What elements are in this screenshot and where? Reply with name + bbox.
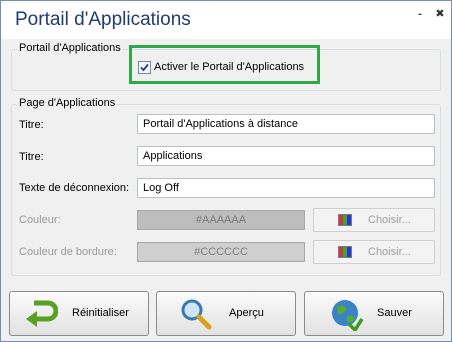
choose-border-color-label: Choisir... [368, 246, 411, 258]
enable-portal-label[interactable]: Activer le Portail d'Applications [154, 61, 304, 73]
globe-save-icon [332, 300, 363, 331]
border-color-input[interactable]: #CCCCCC [137, 242, 305, 262]
title-label-1: Titre: [19, 119, 44, 131]
title-label-2: Titre: [19, 151, 44, 163]
title-input-2[interactable]: Applications [137, 146, 435, 166]
choose-border-color-button[interactable]: Choisir... [313, 240, 435, 264]
logoff-text-input[interactable]: Log Off [137, 178, 435, 198]
save-label: Sauver [377, 307, 412, 319]
undo-arrow-icon [26, 300, 58, 327]
close-button[interactable]: ✖ [433, 7, 447, 21]
choose-color-button[interactable]: Choisir... [313, 208, 435, 232]
checkbox-checked-icon [140, 63, 149, 72]
color-label: Couleur: [19, 214, 61, 226]
page-group-legend: Page d'Applications [17, 97, 118, 109]
border-color-label: Couleur de bordure: [19, 246, 117, 258]
window-title: Portail d'Applications [15, 9, 191, 30]
palette-icon [338, 246, 352, 258]
title-input-1[interactable]: Portail d'Applications à distance [137, 114, 435, 134]
reset-button[interactable]: Réinitialiser [9, 291, 149, 336]
preview-label: Aperçu [229, 307, 264, 319]
save-button[interactable]: Sauver [304, 291, 444, 336]
preview-button[interactable]: Aperçu [156, 291, 296, 336]
palette-icon [338, 214, 352, 226]
portal-window: Portail d'Applications - ✖ Portail d'App… [0, 0, 452, 342]
color-input[interactable]: #AAAAAA [137, 210, 305, 230]
title-bar: Portail d'Applications - ✖ [1, 1, 451, 39]
minimize-button[interactable]: - [413, 7, 427, 21]
portal-group-legend: Portail d'Applications [17, 42, 123, 54]
logoff-text-label: Texte de déconnexion: [19, 182, 130, 194]
reset-label: Réinitialiser [72, 307, 129, 319]
enable-portal-checkbox[interactable] [138, 61, 151, 74]
choose-color-label: Choisir... [368, 214, 411, 226]
magnifier-icon [181, 299, 212, 330]
